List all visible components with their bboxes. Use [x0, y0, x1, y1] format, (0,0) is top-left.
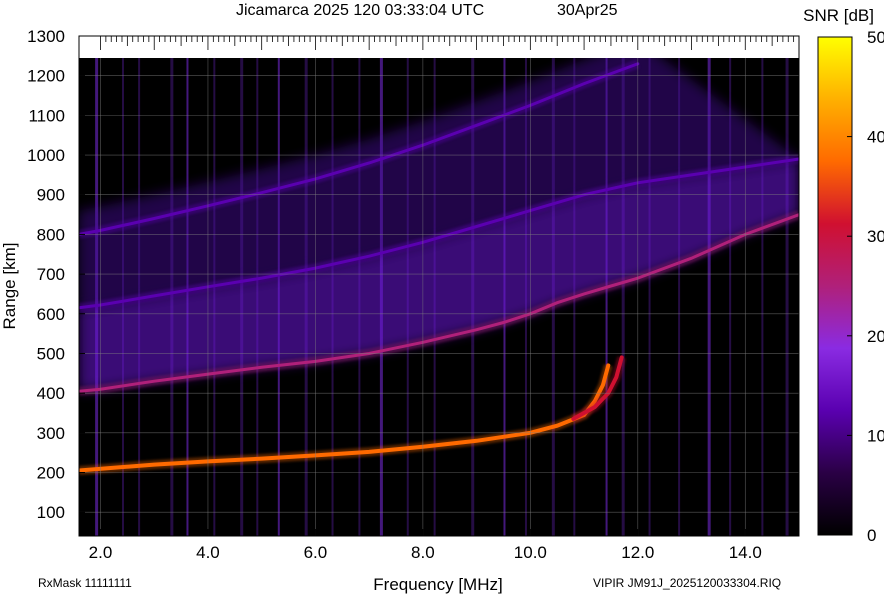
x-axis-title: Frequency [MHz]	[373, 575, 502, 594]
interference-line	[761, 58, 764, 536]
y-tick-label: 1200	[27, 67, 65, 86]
interference-line	[785, 58, 789, 536]
colorbar-tick-label: 0	[867, 526, 876, 545]
y-tick-label: 700	[37, 265, 65, 284]
y-tick-label: 800	[37, 225, 65, 244]
file-label: VIPIR JM91J_2025120033304.RIQ	[593, 576, 781, 590]
y-tick-label: 100	[37, 503, 65, 522]
y-tick-label: 200	[37, 464, 65, 483]
y-tick-label: 1300	[27, 27, 65, 46]
ionogram-figure: Jicamarca 2025 120 03:33:04 UTC 30Apr25 …	[0, 0, 884, 595]
rxmask-label: RxMask 11111111	[38, 576, 132, 590]
x-tick-label: 10.0	[514, 543, 547, 562]
colorbar-tick-label: 50	[867, 28, 884, 47]
colorbar-tick-label: 10	[867, 426, 884, 445]
y-axis-title: Range [km]	[0, 243, 19, 330]
colorbar-tick-label: 20	[867, 327, 884, 346]
colorbar-title: SNR [dB]	[803, 6, 874, 25]
colorbar-gradient	[817, 36, 853, 536]
y-tick-label: 900	[37, 186, 65, 205]
x-tick-label: 4.0	[196, 543, 220, 562]
x-tick-label: 12.0	[621, 543, 654, 562]
x-tick-label: 6.0	[304, 543, 328, 562]
colorbar-tick-label: 30	[867, 227, 884, 246]
ionogram-chart: Jicamarca 2025 120 03:33:04 UTC 30Apr25 …	[0, 2, 884, 594]
y-tick-label: 300	[37, 424, 65, 443]
chart-title: Jicamarca 2025 120 03:33:04 UTC	[236, 2, 484, 19]
chart-date: 30Apr25	[557, 2, 618, 19]
y-tick-label: 600	[37, 305, 65, 324]
y-tick-label: 400	[37, 384, 65, 403]
y-tick-label: 1100	[28, 106, 65, 125]
x-tick-label: 2.0	[89, 543, 113, 562]
y-tick-label: 500	[37, 344, 65, 363]
x-tick-label: 14.0	[729, 543, 762, 562]
colorbar: 0 10 20 30 40 50	[817, 28, 884, 545]
colorbar-tick-label: 40	[867, 128, 884, 147]
y-tick-label: 1000	[27, 146, 65, 165]
x-tick-label: 8.0	[411, 543, 435, 562]
